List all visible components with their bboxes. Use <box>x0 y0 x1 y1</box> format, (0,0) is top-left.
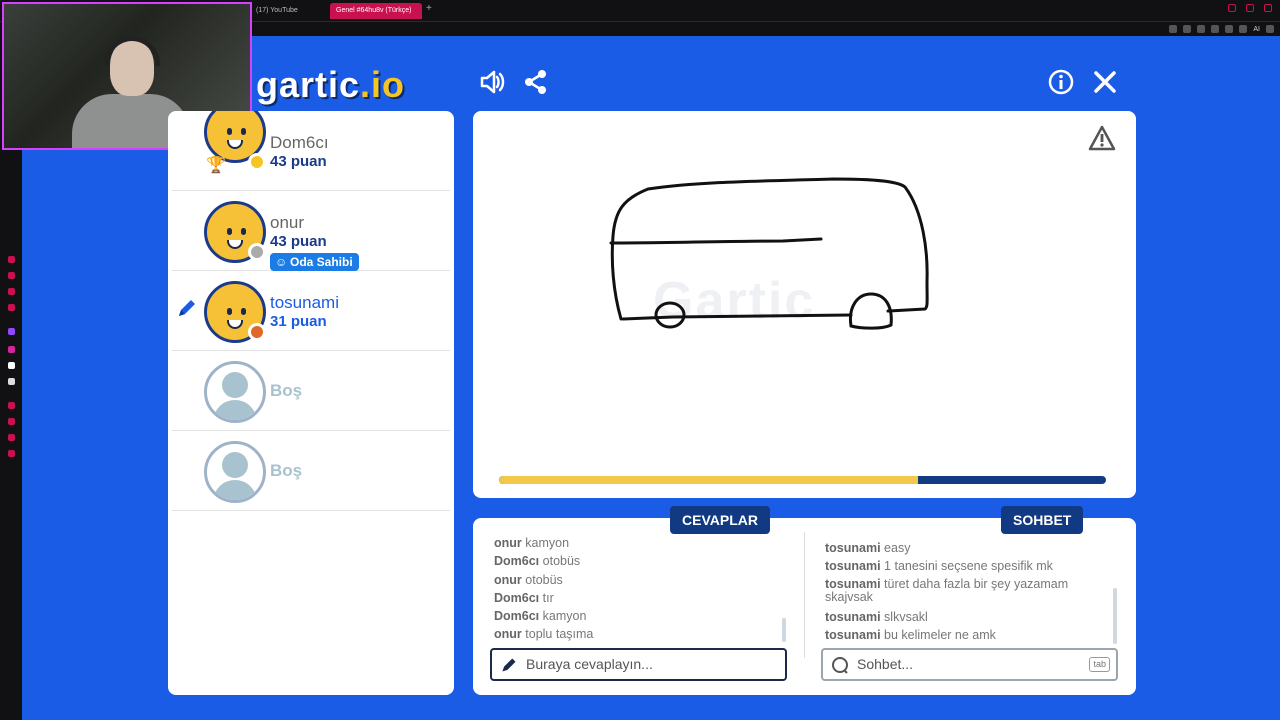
close-icon[interactable] <box>1091 68 1119 96</box>
toolbar-icon[interactable] <box>1211 25 1220 33</box>
instagram-icon[interactable] <box>8 346 15 353</box>
toolbar-icon[interactable] <box>1197 25 1206 33</box>
room-owner-badge: Oda Sahibi <box>270 253 359 271</box>
sidebar-app-icon[interactable] <box>8 272 15 279</box>
sidebar-app-icon[interactable] <box>8 288 15 295</box>
answer-input[interactable]: Buraya cevaplayın... <box>490 648 787 681</box>
tab-answers[interactable]: CEVAPLAR <box>670 506 770 534</box>
list-item: Dom6cı otobüs <box>494 554 581 569</box>
list-item: tosunami slkvsakl <box>825 609 928 624</box>
player-score: 31 puan <box>270 313 327 330</box>
tiktok-icon[interactable] <box>8 362 15 369</box>
player-row[interactable]: onur 43 puan Oda Sahibi <box>172 191 450 271</box>
sidebar-app-icon[interactable] <box>8 450 15 457</box>
sidebar-app-icon[interactable] <box>8 304 15 311</box>
empty-avatar <box>204 441 266 503</box>
chat-scrollbar[interactable] <box>1113 588 1117 644</box>
list-item: onur otobüs <box>494 572 563 587</box>
maximize-icon[interactable] <box>1246 4 1254 12</box>
chat-placeholder: Sohbet... <box>857 656 914 672</box>
minimize-icon[interactable] <box>1228 4 1236 12</box>
list-item: onur kamyon <box>494 536 570 550</box>
tab-youtube[interactable]: (17) YouTube <box>250 3 328 19</box>
x-icon[interactable] <box>8 378 15 385</box>
answers-scrollbar[interactable] <box>782 618 786 642</box>
report-warning-icon[interactable] <box>1088 125 1116 151</box>
player-row[interactable]: tosunami 31 puan <box>172 271 450 351</box>
pencil-icon <box>176 297 198 325</box>
player-name: onur <box>270 213 305 232</box>
player-row[interactable]: 🏆 Dom6cı 43 puan <box>172 111 450 191</box>
window-controls <box>1228 4 1272 12</box>
trophy-icon: 🏆 <box>206 157 226 174</box>
toolbar-icon[interactable] <box>1169 25 1178 33</box>
player-name: tosunami <box>270 293 339 312</box>
sidebar-app-icon[interactable] <box>8 402 15 409</box>
bus-drawing <box>609 177 929 330</box>
player-score: 43 puan <box>270 153 327 170</box>
answers-list: onur kamyon Dom6cı otobüs onur otobüs Do… <box>494 534 593 644</box>
pencil-icon <box>500 655 518 684</box>
status-dot <box>248 153 266 171</box>
chat-list: tosunami easy tosunami 1 tanesini seçsen… <box>825 539 1095 644</box>
sidebar-app-icon[interactable] <box>8 418 15 425</box>
list-item: tosunami 1 tanesini seçsene spesifik mk <box>825 559 1053 574</box>
sidebar-app-icon[interactable] <box>8 256 15 263</box>
drawing-board[interactable]: Gartic <box>473 111 1136 498</box>
player-score: 43 puan <box>270 233 327 250</box>
ai-badge[interactable]: AI <box>1253 26 1260 33</box>
toolbar-icon[interactable] <box>1183 25 1192 33</box>
status-dot <box>248 243 266 261</box>
twitch-icon[interactable] <box>8 328 15 335</box>
list-item: tosunami bu kelimeler ne amk <box>825 627 996 642</box>
list-item: onur toplu taşıma <box>494 627 594 642</box>
chat-area: CEVAPLAR SOHBET onur kamyon Dom6cı otobü… <box>473 506 1136 695</box>
tab-gartic[interactable]: Genel #64hu8v (Türkçe) <box>330 3 422 19</box>
toolbar-icon[interactable] <box>1239 25 1248 33</box>
tab-key-hint: tab <box>1089 657 1110 672</box>
answer-placeholder: Buraya cevaplayın... <box>526 656 653 672</box>
gartic-logo: gartic.io <box>256 64 406 105</box>
sound-icon[interactable] <box>478 68 506 96</box>
timer-fill <box>499 476 918 484</box>
players-panel: 🏆 Dom6cı 43 puan onur 43 puan Oda Sahibi… <box>168 111 454 695</box>
toolbar-icon[interactable] <box>1225 25 1234 33</box>
new-tab-button[interactable]: + <box>426 3 432 14</box>
empty-slot: Boş <box>172 351 450 431</box>
list-item: tosunami easy <box>825 541 911 555</box>
status-dot <box>248 323 266 341</box>
list-item: Dom6cı tır <box>494 590 554 605</box>
list-item: tosunami türet daha fazla bir şey yazama… <box>825 576 1069 604</box>
timer-bar <box>499 476 1106 484</box>
list-item: Dom6cı kamyon <box>494 609 587 624</box>
menu-icon[interactable] <box>1266 25 1274 33</box>
sidebar-app-icon[interactable] <box>8 434 15 441</box>
empty-slot-label: Boş <box>270 461 303 480</box>
share-icon[interactable] <box>522 68 550 96</box>
chat-bubble-icon <box>831 655 849 684</box>
tab-chat[interactable]: SOHBET <box>1001 506 1084 534</box>
empty-slot: Boş <box>172 431 450 511</box>
info-icon[interactable] <box>1047 68 1075 96</box>
empty-slot-label: Boş <box>270 381 303 400</box>
column-divider <box>804 532 805 658</box>
empty-avatar <box>204 361 266 423</box>
chat-input[interactable]: Sohbet... tab <box>821 648 1118 681</box>
close-window-icon[interactable] <box>1264 4 1272 12</box>
player-name: Dom6cı <box>270 133 329 152</box>
